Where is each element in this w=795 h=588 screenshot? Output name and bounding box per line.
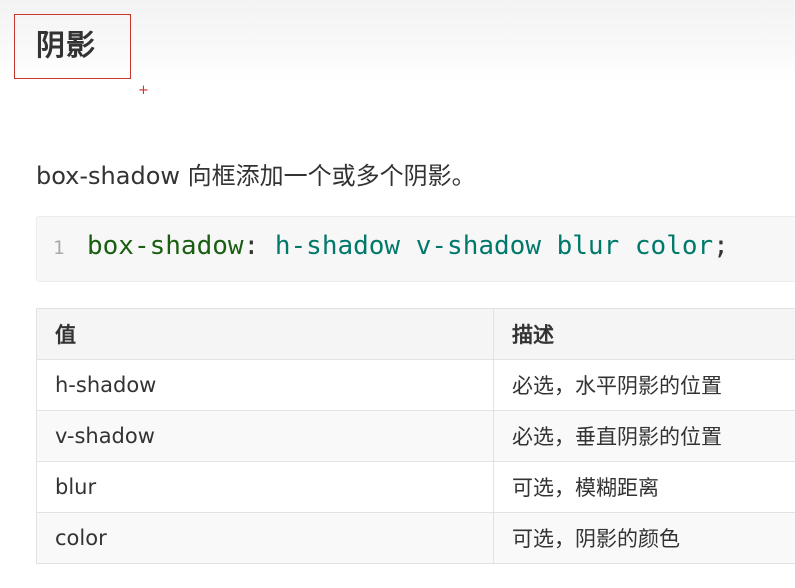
values-table: 值 描述 h-shadow 必选，水平阴影的位置 v-shadow 必选，垂直阴… [36,308,795,564]
code-colon: : [243,231,260,261]
table-cell-description: 必选，水平阴影的位置 [493,359,795,411]
section-heading: 阴影 [36,28,97,62]
table-cell-description: 可选，阴影的颜色 [493,512,795,564]
table-header-description: 描述 [493,308,795,360]
code-block: 1 box-shadow: h-shadow v-shadow blur col… [36,216,795,282]
code-line: box-shadow: h-shadow v-shadow blur color… [87,231,729,261]
table-header-value: 值 [36,308,494,360]
table-cell-value: blur [36,461,494,513]
code-values: h-shadow v-shadow blur color [274,231,714,261]
table-cell-description: 可选，模糊距离 [493,461,795,513]
crosshair-cursor-icon: + [138,83,149,98]
table-cell-value: color [36,512,494,564]
code-semicolon: ; [713,231,729,261]
intro-text: box-shadow 向框添加一个或多个阴影。 [36,162,476,190]
table-row: color 可选，阴影的颜色 [36,512,795,564]
table-row: h-shadow 必选，水平阴影的位置 [36,359,795,411]
table-row: blur 可选，模糊距离 [36,461,795,513]
table-header-row: 值 描述 [36,308,795,360]
table-cell-value: v-shadow [36,410,494,462]
code-line-number: 1 [53,237,65,259]
code-property: box-shadow [87,231,244,261]
page: 阴影 + box-shadow 向框添加一个或多个阴影。 1 box-shado… [0,0,795,588]
table-row: v-shadow 必选，垂直阴影的位置 [36,410,795,462]
table-cell-description: 必选，垂直阴影的位置 [493,410,795,462]
table-cell-value: h-shadow [36,359,494,411]
